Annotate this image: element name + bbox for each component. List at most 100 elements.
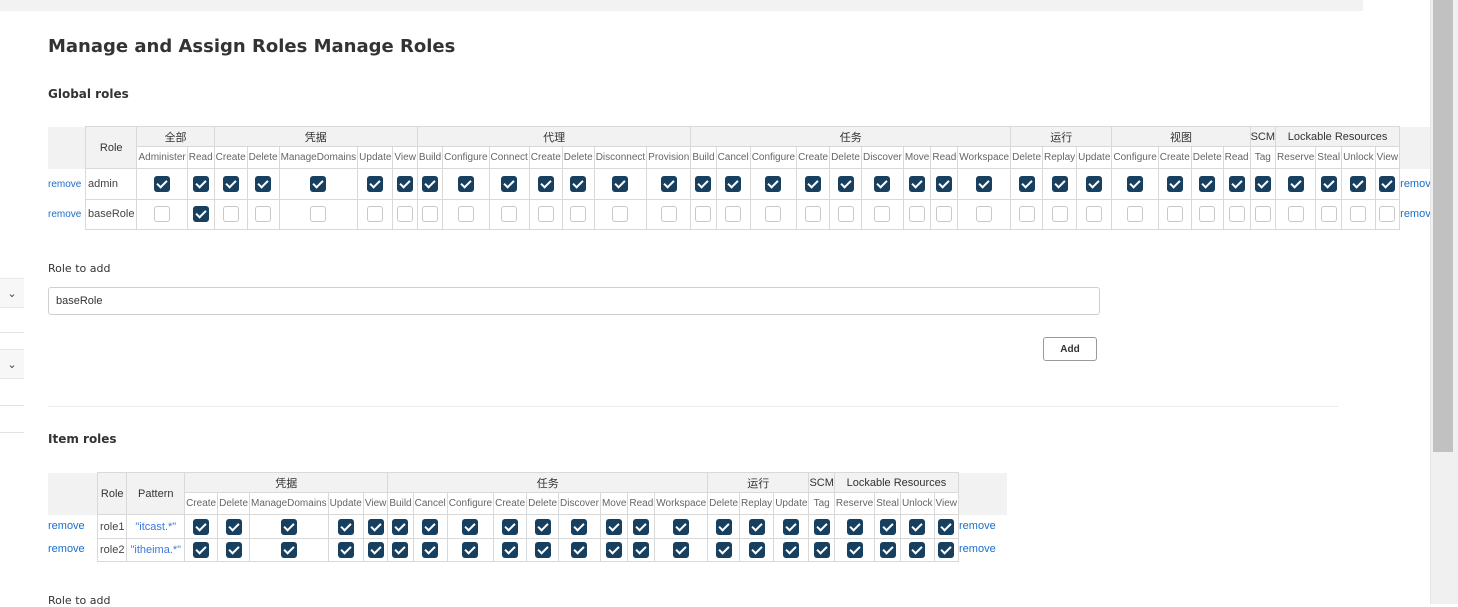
permission-checkbox-unlock[interactable] bbox=[1350, 206, 1367, 223]
permission-checkbox-build[interactable] bbox=[422, 206, 439, 223]
permission-checkbox-delete[interactable] bbox=[255, 206, 272, 223]
permission-checkbox-unlock[interactable] bbox=[909, 518, 926, 535]
permission-checkbox-view[interactable] bbox=[1379, 206, 1396, 223]
permission-checkbox-update[interactable] bbox=[1086, 176, 1103, 193]
permission-checkbox-update[interactable] bbox=[1086, 206, 1103, 223]
permission-checkbox-steal[interactable] bbox=[879, 541, 896, 558]
permission-checkbox-delete[interactable] bbox=[570, 206, 587, 223]
permission-checkbox-create[interactable] bbox=[805, 176, 822, 193]
permission-checkbox-delete[interactable] bbox=[534, 541, 551, 558]
permission-checkbox-update[interactable] bbox=[783, 518, 800, 535]
permission-checkbox-discover[interactable] bbox=[571, 518, 588, 535]
permission-checkbox-create[interactable] bbox=[805, 206, 822, 223]
permission-checkbox-replay[interactable] bbox=[1051, 176, 1068, 193]
permission-checkbox-configure[interactable] bbox=[457, 206, 474, 223]
permission-checkbox-view[interactable] bbox=[367, 518, 384, 535]
permission-checkbox-view[interactable] bbox=[938, 541, 955, 558]
permission-checkbox-delete[interactable] bbox=[225, 518, 242, 535]
permission-checkbox-managedomains[interactable] bbox=[280, 541, 297, 558]
permission-checkbox-configure[interactable] bbox=[765, 176, 782, 193]
permission-checkbox-build[interactable] bbox=[392, 518, 409, 535]
permission-checkbox-replay[interactable] bbox=[748, 541, 765, 558]
permission-checkbox-connect[interactable] bbox=[501, 176, 518, 193]
sidebar-expand-chevron-2[interactable]: ⌄ bbox=[0, 349, 24, 379]
permission-checkbox-update[interactable] bbox=[337, 541, 354, 558]
permission-checkbox-configure[interactable] bbox=[1127, 206, 1144, 223]
remove-role-link[interactable]: remove bbox=[48, 521, 85, 532]
permission-checkbox-move[interactable] bbox=[909, 206, 926, 223]
permission-checkbox-tag[interactable] bbox=[813, 518, 830, 535]
permission-checkbox-create[interactable] bbox=[193, 541, 210, 558]
permission-checkbox-build[interactable] bbox=[695, 206, 712, 223]
permission-checkbox-read[interactable] bbox=[936, 176, 953, 193]
permission-checkbox-disconnect[interactable] bbox=[612, 206, 629, 223]
permission-checkbox-reserve[interactable] bbox=[1287, 206, 1304, 223]
sidebar-expand-chevron-1[interactable]: ⌄ bbox=[0, 278, 24, 308]
permission-checkbox-reserve[interactable] bbox=[1287, 176, 1304, 193]
permission-checkbox-build[interactable] bbox=[695, 176, 712, 193]
permission-checkbox-delete[interactable] bbox=[837, 206, 854, 223]
permission-checkbox-delete[interactable] bbox=[255, 176, 272, 193]
role-pattern[interactable]: "itcast.*" bbox=[126, 514, 186, 539]
permission-checkbox-configure[interactable] bbox=[462, 518, 479, 535]
permission-checkbox-replay[interactable] bbox=[1051, 206, 1068, 223]
permission-checkbox-provision[interactable] bbox=[660, 206, 677, 223]
permission-checkbox-view[interactable] bbox=[397, 176, 414, 193]
remove-role-link[interactable]: remove bbox=[48, 209, 81, 220]
permission-checkbox-create[interactable] bbox=[1166, 206, 1183, 223]
remove-role-link[interactable]: remove bbox=[48, 544, 85, 555]
permission-checkbox-delete[interactable] bbox=[1018, 176, 1035, 193]
permission-checkbox-discover[interactable] bbox=[571, 541, 588, 558]
permission-checkbox-unlock[interactable] bbox=[909, 541, 926, 558]
permission-checkbox-unlock[interactable] bbox=[1350, 176, 1367, 193]
permission-checkbox-delete[interactable] bbox=[715, 541, 732, 558]
permission-checkbox-delete[interactable] bbox=[1199, 176, 1216, 193]
permission-checkbox-move[interactable] bbox=[909, 176, 926, 193]
permission-checkbox-update[interactable] bbox=[367, 206, 384, 223]
permission-checkbox-update[interactable] bbox=[783, 541, 800, 558]
permission-checkbox-update[interactable] bbox=[337, 518, 354, 535]
permission-checkbox-disconnect[interactable] bbox=[612, 176, 629, 193]
remove-role-link[interactable]: remove bbox=[959, 544, 996, 555]
permission-checkbox-connect[interactable] bbox=[501, 206, 518, 223]
add-role-button[interactable]: Add bbox=[1043, 337, 1097, 361]
permission-checkbox-create[interactable] bbox=[502, 518, 519, 535]
permission-checkbox-delete[interactable] bbox=[837, 176, 854, 193]
permission-checkbox-provision[interactable] bbox=[660, 176, 677, 193]
permission-checkbox-move[interactable] bbox=[606, 541, 623, 558]
permission-checkbox-managedomains[interactable] bbox=[310, 206, 327, 223]
permission-checkbox-workspace[interactable] bbox=[976, 176, 993, 193]
permission-checkbox-view[interactable] bbox=[367, 541, 384, 558]
permission-checkbox-read[interactable] bbox=[633, 518, 650, 535]
scrollbar-thumb[interactable] bbox=[1433, 0, 1453, 452]
permission-checkbox-cancel[interactable] bbox=[422, 541, 439, 558]
permission-checkbox-delete[interactable] bbox=[1199, 206, 1216, 223]
permission-checkbox-managedomains[interactable] bbox=[310, 176, 327, 193]
permission-checkbox-update[interactable] bbox=[367, 176, 384, 193]
permission-checkbox-create[interactable] bbox=[502, 541, 519, 558]
permission-checkbox-delete[interactable] bbox=[225, 541, 242, 558]
permission-checkbox-create[interactable] bbox=[537, 206, 554, 223]
permission-checkbox-read[interactable] bbox=[192, 206, 209, 223]
remove-role-link[interactable]: remove bbox=[959, 521, 996, 532]
permission-checkbox-steal[interactable] bbox=[879, 518, 896, 535]
permission-checkbox-view[interactable] bbox=[1379, 176, 1396, 193]
permission-checkbox-discover[interactable] bbox=[874, 176, 891, 193]
permission-checkbox-cancel[interactable] bbox=[725, 206, 742, 223]
permission-checkbox-administer[interactable] bbox=[154, 206, 171, 223]
permission-checkbox-create[interactable] bbox=[222, 206, 239, 223]
permission-checkbox-configure[interactable] bbox=[1127, 176, 1144, 193]
permission-checkbox-delete[interactable] bbox=[715, 518, 732, 535]
permission-checkbox-build[interactable] bbox=[422, 176, 439, 193]
permission-checkbox-discover[interactable] bbox=[874, 206, 891, 223]
permission-checkbox-read[interactable] bbox=[633, 541, 650, 558]
permission-checkbox-view[interactable] bbox=[397, 206, 414, 223]
permission-checkbox-cancel[interactable] bbox=[725, 176, 742, 193]
permission-checkbox-delete[interactable] bbox=[534, 518, 551, 535]
permission-checkbox-reserve[interactable] bbox=[846, 541, 863, 558]
permission-checkbox-read[interactable] bbox=[936, 206, 953, 223]
permission-checkbox-tag[interactable] bbox=[1254, 206, 1271, 223]
permission-checkbox-read[interactable] bbox=[1228, 206, 1245, 223]
permission-checkbox-delete[interactable] bbox=[570, 176, 587, 193]
permission-checkbox-delete[interactable] bbox=[1018, 206, 1035, 223]
